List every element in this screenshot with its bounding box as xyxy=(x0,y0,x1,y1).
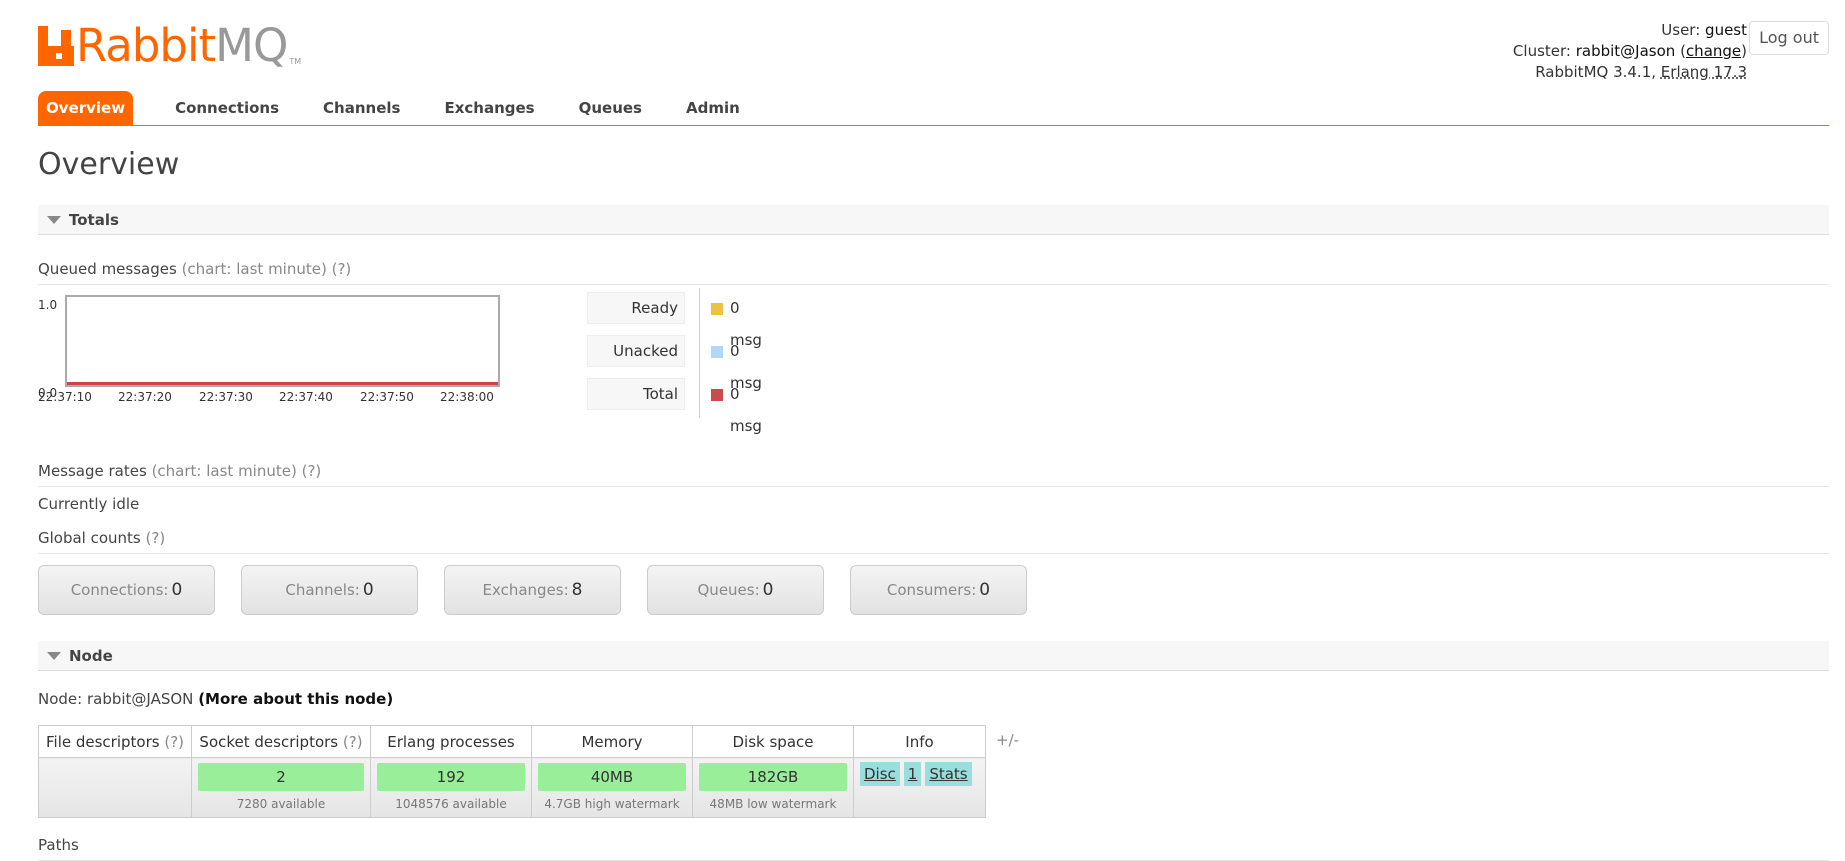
header-disk-space: Disk space xyxy=(692,725,854,758)
toggle-columns-button[interactable]: +/- xyxy=(996,731,1019,749)
cluster-line: Cluster: rabbit@Jason (change) xyxy=(1512,42,1747,60)
legend-swatch xyxy=(711,303,723,315)
more-about-node-link[interactable]: (More about this node) xyxy=(198,690,393,708)
rates-help-link[interactable]: (?) xyxy=(302,462,322,480)
message-rates-heading: Message rates (chart: last minute) (?) xyxy=(38,460,1829,487)
totals-section-toggle[interactable]: Totals xyxy=(38,205,1829,235)
tab-exchanges[interactable]: Exchanges xyxy=(422,91,556,125)
queued-messages-heading: Queued messages (chart: last minute) (?) xyxy=(38,258,1829,285)
help-link[interactable]: (?) xyxy=(343,733,363,751)
legend-label: Total xyxy=(587,378,685,410)
tab-queues[interactable]: Queues xyxy=(557,91,664,125)
totals-section-title: Totals xyxy=(69,211,119,229)
node-stats-table: File descriptors (?) Socket descriptors … xyxy=(38,725,986,818)
series-line-total xyxy=(67,382,498,385)
header-memory: Memory xyxy=(531,725,693,758)
count-consumers[interactable]: Consumers: 0 xyxy=(850,565,1027,615)
table-header-row: File descriptors (?) Socket descriptors … xyxy=(38,725,986,758)
paths-heading[interactable]: Paths xyxy=(38,834,1829,861)
socket-descriptors-bar: 2 xyxy=(198,763,364,791)
global-help-link[interactable]: (?) xyxy=(146,529,166,547)
cluster-name: rabbit@Jason xyxy=(1575,42,1676,60)
rabbit-logo-icon xyxy=(38,26,74,66)
legend-label: Unacked xyxy=(587,335,685,367)
erlang-available: 1048576 available xyxy=(395,797,507,811)
rabbitmq-logo: RabbitMQ TM xyxy=(38,18,302,72)
disk-watermark: 48MB low watermark xyxy=(709,797,837,811)
legend-swatch xyxy=(711,389,723,401)
tab-connections[interactable]: Connections xyxy=(153,91,301,125)
x-tick: 22:38:00 xyxy=(440,390,494,404)
help-link[interactable]: (?) xyxy=(164,733,184,751)
file-descriptors-cell xyxy=(38,757,192,818)
legend-swatch xyxy=(711,346,723,358)
table-row: 2 7280 available 192 1048576 available 4… xyxy=(38,757,986,818)
memory-bar: 40MB xyxy=(538,763,686,791)
x-tick: 22:37:10 xyxy=(38,390,92,404)
erlang-processes-bar: 192 xyxy=(377,763,525,791)
count-channels[interactable]: Channels: 0 xyxy=(241,565,418,615)
chart-range-link[interactable]: (chart: last minute) xyxy=(182,260,327,278)
node-line: Node: rabbit@JASON (More about this node… xyxy=(38,690,394,708)
legend-value: 0 msg xyxy=(730,385,762,435)
global-counts: Connections: 0 Channels: 0 Exchanges: 8 Que… xyxy=(38,565,1053,615)
logo-text: RabbitMQ xyxy=(76,19,288,72)
legend-divider xyxy=(699,288,700,418)
x-tick: 22:37:30 xyxy=(199,390,253,404)
memory-watermark: 4.7GB high watermark xyxy=(544,797,680,811)
user-line: User: guest xyxy=(1661,21,1747,39)
change-cluster-link[interactable]: change xyxy=(1686,42,1741,60)
header-file-descriptors: File descriptors (?) xyxy=(38,725,192,758)
erlang-processes-cell: 192 1048576 available xyxy=(370,757,532,818)
collapse-triangle-icon xyxy=(47,652,61,660)
tab-admin[interactable]: Admin xyxy=(664,91,762,125)
info-disc-tag[interactable]: Disc xyxy=(860,762,900,786)
erlang-version[interactable]: Erlang 17.3 xyxy=(1661,63,1747,81)
x-tick: 22:37:20 xyxy=(118,390,172,404)
count-connections[interactable]: Connections: 0 xyxy=(38,565,215,615)
chart-plot-area xyxy=(65,295,500,387)
logout-button[interactable]: Log out xyxy=(1749,21,1829,55)
legend-label: Ready xyxy=(587,292,685,324)
disk-space-bar: 182GB xyxy=(699,763,847,791)
header-info: User: guest Cluster: rabbit@Jason (chang… xyxy=(1513,20,1747,83)
queued-help-link[interactable]: (?) xyxy=(332,260,352,278)
node-section-title: Node xyxy=(69,647,113,665)
version-line: RabbitMQ 3.4.1, Erlang 17.3 xyxy=(1535,63,1747,81)
global-counts-heading: Global counts (?) xyxy=(38,527,1829,554)
tab-overview[interactable]: Overview xyxy=(38,91,134,125)
user-name: guest xyxy=(1705,21,1747,39)
disk-space-cell: 182GB 48MB low watermark xyxy=(692,757,854,818)
header-socket-descriptors: Socket descriptors (?) xyxy=(191,725,371,758)
socket-descriptors-cell: 2 7280 available xyxy=(191,757,371,818)
info-count-tag[interactable]: 1 xyxy=(903,762,922,786)
x-tick: 22:37:50 xyxy=(360,390,414,404)
header-erlang-processes: Erlang processes xyxy=(370,725,532,758)
socket-available: 7280 available xyxy=(236,797,326,811)
x-tick: 22:37:40 xyxy=(279,390,333,404)
queued-messages-chart: 1.0 0.0 22:37:10 22:37:20 22:37:30 22:37… xyxy=(38,290,508,410)
node-section-toggle[interactable]: Node xyxy=(38,641,1829,671)
logo-tm: TM xyxy=(289,57,302,66)
collapse-triangle-icon xyxy=(47,216,61,224)
node-name: rabbit@JASON xyxy=(86,690,194,708)
page-title: Overview xyxy=(38,147,180,182)
count-queues[interactable]: Queues: 0 xyxy=(647,565,824,615)
rates-chart-range-link[interactable]: (chart: last minute) xyxy=(152,462,297,480)
tab-channels[interactable]: Channels xyxy=(301,91,422,125)
y-tick-max: 1.0 xyxy=(38,298,58,312)
memory-cell: 40MB 4.7GB high watermark xyxy=(531,757,693,818)
header-info: Info xyxy=(853,725,986,758)
idle-status: Currently idle xyxy=(38,495,140,513)
info-cell: Disc 1 Stats xyxy=(853,757,986,818)
count-exchanges[interactable]: Exchanges: 8 xyxy=(444,565,621,615)
info-stats-tag[interactable]: Stats xyxy=(925,762,972,786)
main-nav-tabs: Overview Connections Channels Exchanges … xyxy=(38,91,1829,126)
